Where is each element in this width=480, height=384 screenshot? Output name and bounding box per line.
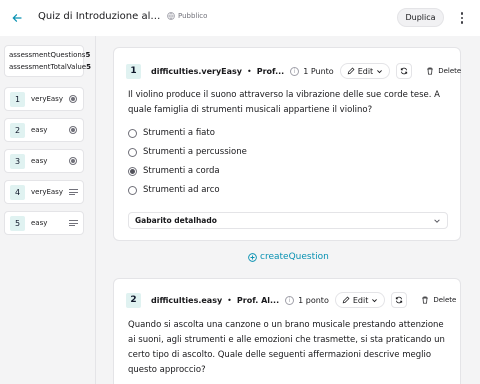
- delete-button[interactable]: Delete: [426, 67, 461, 75]
- separator-dot: •: [247, 66, 252, 76]
- option-label: Strumenti a corda: [143, 166, 220, 176]
- sidebar-question-1[interactable]: 1 veryEasy: [4, 87, 84, 111]
- radio-button[interactable]: [128, 185, 137, 195]
- delete-label: Delete: [438, 67, 462, 75]
- meta-key: assessmentQuestions: [9, 51, 86, 59]
- sidebar-question-3[interactable]: 3 easy: [4, 149, 84, 173]
- question-number: 5: [10, 215, 25, 231]
- radio-icon: [69, 95, 78, 104]
- answer-option[interactable]: Strumenti ad arco: [128, 185, 220, 195]
- sidebar-question-4[interactable]: 4 veryEasy: [4, 180, 84, 204]
- refresh-icon: [396, 296, 403, 304]
- detailed-feedback-dropdown[interactable]: Gabarito detalhado: [128, 212, 448, 229]
- sidebar: assessmentQuestions 5 assessmentTotalVal…: [0, 36, 96, 384]
- difficulty-label: difficulties.easy: [151, 295, 223, 305]
- edit-label: Edit: [357, 66, 374, 76]
- meta-value: 5: [85, 51, 91, 59]
- radio-button[interactable]: [128, 147, 137, 157]
- edit-button[interactable]: Edit: [334, 292, 386, 308]
- question-card-2: 2 difficulties.easy • Prof. Al... i 1 po…: [113, 278, 461, 384]
- info-icon[interactable]: i: [285, 295, 295, 305]
- delete-button[interactable]: Delete: [421, 296, 456, 304]
- question-number: 4: [10, 184, 25, 200]
- question-card-header: 2 difficulties.easy • Prof. Al... i 1 po…: [126, 292, 456, 308]
- question-number: 2: [10, 122, 25, 138]
- answer-option[interactable]: Strumenti a percussione: [128, 147, 247, 157]
- pencil-icon: [342, 296, 350, 304]
- question-card-1: 1 difficulties.veryEasy • Prof... i 1 Pu…: [113, 47, 461, 241]
- option-label: Strumenti ad arco: [143, 185, 220, 195]
- question-text: Quando si ascolta una canzone o un brano…: [128, 320, 445, 375]
- question-difficulty: easy: [31, 126, 48, 134]
- author-label: Prof...: [256, 66, 285, 76]
- difficulty-label: difficulties.veryEasy: [151, 66, 243, 76]
- delete-label: Delete: [433, 296, 457, 304]
- question-number: 1: [10, 91, 25, 107]
- text-lines-icon: [69, 188, 78, 197]
- feedback-label: Gabarito detalhado: [135, 216, 217, 225]
- visibility-badge: Pubblico: [167, 12, 207, 20]
- question-number: 3: [10, 153, 25, 169]
- question-difficulty: easy: [31, 157, 48, 165]
- pencil-icon: [347, 67, 355, 75]
- question-difficulty: easy: [31, 219, 48, 227]
- create-question-button[interactable]: createQuestion: [248, 252, 329, 262]
- globe-icon: [167, 12, 175, 20]
- radio-icon: [69, 157, 78, 166]
- points-label: 1 Punto: [303, 66, 334, 76]
- option-label: Strumenti a fiato: [143, 128, 215, 138]
- regenerate-button[interactable]: [396, 63, 413, 79]
- top-bar: Quiz di Introduzione alla Musica Pubblic…: [0, 0, 480, 36]
- chevron-down-icon: [372, 298, 378, 302]
- radio-button[interactable]: [128, 128, 137, 138]
- sidebar-question-2[interactable]: 2 easy: [4, 118, 84, 142]
- meta-row-questions: assessmentQuestions 5: [9, 49, 90, 61]
- edit-label: Edit: [352, 295, 369, 305]
- radio-icon: [69, 126, 78, 135]
- info-icon[interactable]: i: [290, 66, 300, 76]
- back-button[interactable]: [7, 8, 27, 28]
- chevron-down-icon: [377, 69, 383, 73]
- answer-option[interactable]: Strumenti a corda: [128, 166, 220, 176]
- separator-dot: •: [227, 295, 232, 305]
- question-number-badge: 2: [126, 292, 141, 308]
- edit-button[interactable]: Edit: [339, 63, 391, 79]
- page-title: Quiz di Introduzione alla Musica: [38, 11, 162, 22]
- question-text: Il violino produce il suono attraverso l…: [128, 90, 440, 115]
- answer-option[interactable]: Strumenti a fiato: [128, 128, 215, 138]
- meta-value: 5: [86, 63, 91, 71]
- question-card-header: 1 difficulties.veryEasy • Prof... i 1 Pu…: [126, 63, 461, 79]
- sidebar-question-5[interactable]: 5 easy: [4, 211, 84, 235]
- trash-icon: [427, 67, 434, 75]
- radio-button-selected[interactable]: [128, 166, 137, 176]
- meta-key: assessmentTotalValue: [9, 63, 87, 71]
- arrow-left-icon: [12, 14, 22, 22]
- points-label: 1 ponto: [298, 295, 329, 305]
- assessment-meta: assessmentQuestions 5 assessmentTotalVal…: [4, 45, 91, 77]
- question-difficulty: veryEasy: [31, 188, 63, 196]
- refresh-icon: [401, 67, 408, 75]
- author-label: Prof. Al...: [236, 295, 280, 305]
- meta-row-total: assessmentTotalValue 5: [9, 61, 91, 73]
- plus-circle-icon: [248, 252, 257, 262]
- create-question-label: createQuestion: [260, 252, 329, 262]
- question-number-badge: 1: [126, 63, 141, 79]
- chevron-down-icon: [434, 219, 440, 223]
- regenerate-button[interactable]: [391, 292, 408, 308]
- question-difficulty: veryEasy: [31, 95, 63, 103]
- visibility-label: Pubblico: [178, 12, 208, 20]
- trash-icon: [422, 296, 429, 304]
- option-label: Strumenti a percussione: [143, 147, 247, 157]
- more-options-icon[interactable]: [455, 8, 469, 28]
- text-lines-icon: [69, 219, 78, 228]
- duplicate-button[interactable]: Duplica: [397, 8, 444, 27]
